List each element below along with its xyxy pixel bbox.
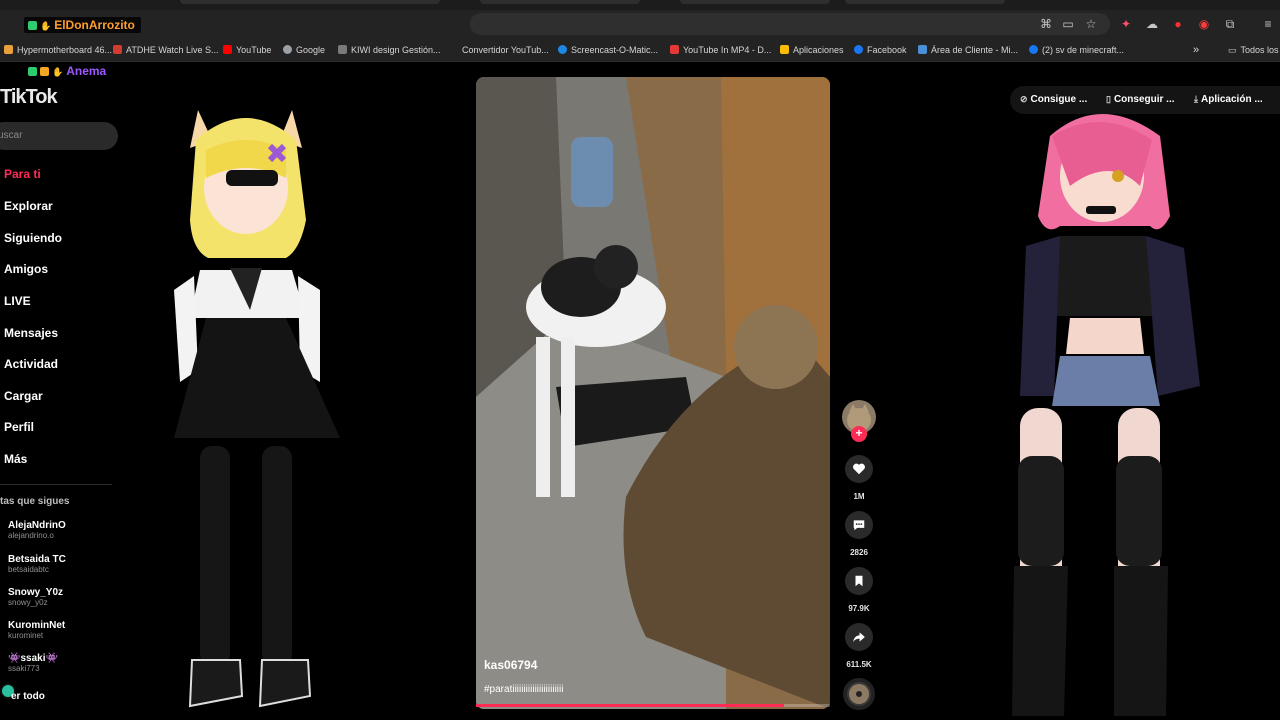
video-progress-bar[interactable] — [476, 704, 830, 707]
extension-icon[interactable]: ☁ — [1144, 16, 1160, 32]
puzzle-icon[interactable]: ⧉ — [1222, 16, 1238, 32]
badge-icon — [28, 67, 37, 76]
save-count: 97.9K — [848, 604, 870, 613]
bookmark[interactable]: Screencast-O-Matic... — [558, 44, 658, 56]
search-input[interactable]: uscar — [0, 122, 118, 150]
extension-icon[interactable]: ◉ — [1196, 16, 1212, 32]
nav-more[interactable]: Más — [4, 452, 27, 466]
address-bar[interactable] — [470, 13, 1110, 35]
heart-icon — [853, 463, 865, 475]
nav-messages[interactable]: Mensajes — [4, 326, 58, 340]
translate-icon[interactable]: ⌘ — [1038, 16, 1054, 32]
hand-icon: ✋ — [40, 21, 52, 31]
comment-button[interactable] — [845, 511, 873, 539]
video-caption[interactable]: #paratiiiiiiiiiiiiiiiiiiiiiii — [484, 684, 563, 695]
nav-friends[interactable]: Amigos — [4, 262, 48, 276]
following-accounts-header: tas que sigues — [0, 496, 70, 507]
see-all-link[interactable]: er todo — [11, 691, 45, 702]
nav-profile[interactable]: Perfil — [4, 420, 34, 434]
music-disc-icon — [849, 684, 869, 704]
chat-message: ✋ ElDonArrozito — [24, 17, 141, 33]
cast-icon[interactable]: ▭ — [1060, 16, 1076, 32]
nav-following[interactable]: Siguiendo — [4, 231, 62, 245]
bookmark[interactable]: Facebook — [854, 44, 907, 56]
video-frame — [476, 77, 830, 709]
followed-account[interactable]: 👾ssaki👾 ssaki773 — [8, 653, 118, 673]
browser-tab[interactable] — [180, 0, 440, 4]
sound-disc[interactable] — [843, 678, 875, 710]
vtuber-avatar-left — [174, 110, 340, 708]
browser-tab[interactable] — [480, 0, 640, 4]
star-icon[interactable]: ☆ — [1083, 16, 1099, 32]
hand-icon: ✋ — [52, 67, 64, 77]
nav-live[interactable]: LIVE — [4, 294, 31, 308]
nav-for-you[interactable]: Para ti — [4, 167, 41, 181]
browser-tab[interactable] — [845, 0, 1005, 4]
browser-toolbar: ⌘ ▭ ☆ ✦ ☁ ● ◉ ⧉ ≡ — [0, 10, 1280, 38]
nav-activity[interactable]: Actividad — [4, 357, 58, 371]
share-icon — [853, 632, 865, 643]
bookmark-icon — [855, 575, 863, 587]
followed-account[interactable]: AlejaNdrinO alejandrino.o — [8, 520, 118, 540]
vtuber-avatar-right — [1012, 114, 1200, 716]
bookmark[interactable]: YouTube — [223, 44, 271, 56]
bookmark[interactable]: (2) sv de minecraft... — [1029, 44, 1124, 56]
chat-message: ✋ Anema — [24, 63, 113, 79]
video-progress-fill — [476, 704, 784, 707]
menu-icon[interactable]: ≡ — [1260, 16, 1276, 32]
all-bookmarks-folder[interactable]: ▭ Todos los — [1228, 44, 1279, 56]
bookmark[interactable]: YouTube In MP4 - D... — [670, 44, 771, 56]
share-count: 611.5K — [846, 660, 872, 669]
nav-upload[interactable]: Cargar — [4, 389, 43, 403]
video-author-username[interactable]: kas06794 — [484, 658, 537, 672]
badge-icon — [40, 67, 49, 76]
browser-tab-strip — [0, 0, 1280, 10]
bookmark[interactable]: ATDHE Watch Live S... — [113, 44, 219, 56]
save-button[interactable] — [845, 567, 873, 595]
video-player[interactable] — [476, 77, 830, 709]
bookmarks-bar: Hypermotherboard 46... ATDHE Watch Live … — [0, 38, 1280, 62]
comment-icon — [853, 520, 865, 531]
more-bookmarks-icon[interactable]: » — [1193, 44, 1199, 56]
followed-account[interactable]: KurominNet kurominet — [8, 620, 118, 640]
followed-account[interactable]: Betsaida TC betsaidabtc — [8, 554, 118, 574]
bookmark[interactable]: Google — [283, 44, 325, 56]
follow-button[interactable]: + — [851, 426, 867, 442]
bookmark[interactable]: Área de Cliente - Mi... — [918, 44, 1018, 56]
browser-tab[interactable] — [680, 0, 830, 4]
share-button[interactable] — [845, 623, 873, 651]
comment-count: 2826 — [850, 548, 868, 557]
badge-icon — [28, 21, 37, 30]
bookmark[interactable]: Hypermotherboard 46... — [4, 44, 112, 56]
followed-account[interactable]: Snowy_Y0z snowy_y0z — [8, 587, 118, 607]
bookmark[interactable]: Aplicaciones — [780, 44, 844, 56]
nav-explore[interactable]: Explorar — [4, 199, 53, 213]
record-icon[interactable]: ● — [1170, 16, 1186, 32]
like-count: 1M — [853, 492, 865, 501]
divider — [0, 484, 112, 485]
bookmark[interactable]: Convertidor YouTub... — [462, 44, 549, 56]
tiktok-logo[interactable]: TikTok — [0, 86, 58, 109]
like-button[interactable] — [845, 455, 873, 483]
extension-icon[interactable]: ✦ — [1118, 16, 1134, 32]
bookmark[interactable]: KIWI design Gestión... — [338, 44, 441, 56]
